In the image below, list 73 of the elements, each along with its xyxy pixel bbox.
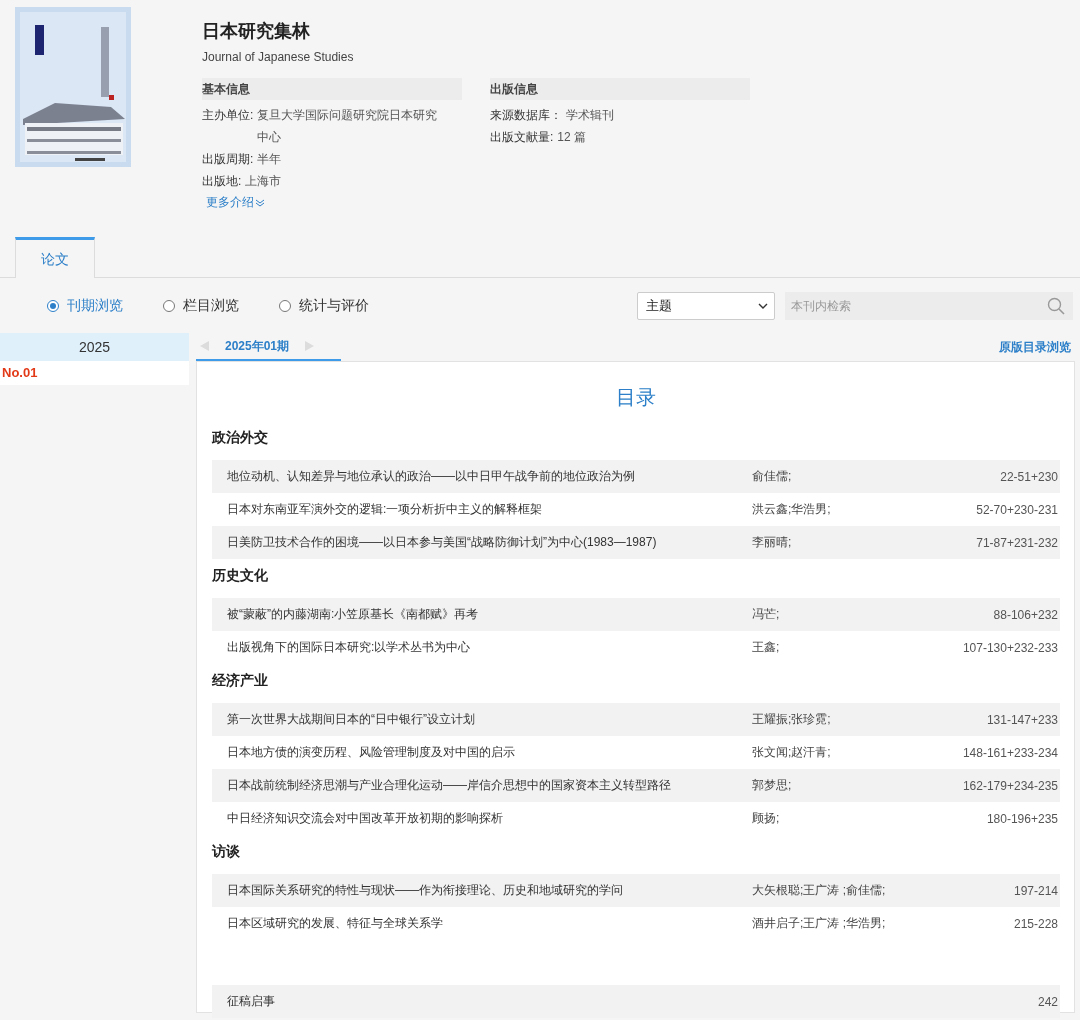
article-link[interactable]: 日本国际关系研究的特性与现状——作为衔接理论、历史和地域研究的学问 [227,882,752,899]
article-authors: 俞佳儒; [752,468,793,485]
radio-button[interactable] [163,299,175,312]
article-authors: 郭梦思; [752,777,793,794]
article-authors: 洪云鑫;华浩男; [752,501,832,518]
article-link[interactable]: 日本区域研究的发展、特征与全球关系学 [227,915,752,932]
page-range: 197-214 [1013,883,1058,898]
page-range: 22-51+230 [1000,469,1058,484]
original-toc-link[interactable]: 原版目录浏览 [999,338,1071,356]
article-link[interactable]: 日本战前统制经济思潮与产业合理化运动——岸信介思想中的国家资本主义转型路径 [227,777,752,794]
radio-label[interactable]: 栏目浏览 [183,296,239,315]
article-authors: 酒井启子;王广涛 ;华浩男; [752,915,887,932]
info-value: 上海市 [245,173,283,190]
section-heading: 出版信息 [490,78,750,100]
journal-title: 日本研究集林 [202,20,311,43]
article-link[interactable]: 日本地方债的演变历程、风险管理制度及对中国的启示 [227,744,752,761]
section-heading: 政治外交 [212,428,269,447]
info-label: 主办单位: [202,107,254,124]
year-header[interactable]: 2025 [0,333,189,361]
section-heading: 基本信息 [202,78,462,100]
section-heading: 经济产业 [212,671,269,690]
article-authors: 李丽晴; [752,534,793,551]
info-value: 半年 [257,151,283,168]
article-link[interactable]: 征稿启事 [227,993,752,1010]
article-link[interactable]: 日美防卫技术合作的困境——以日本参与美国“战略防御计划”为中心(1983—1987) [227,534,752,551]
toc-title: 目录 [615,385,657,410]
double-chevron-icon [255,198,265,207]
next-triangle-icon [305,341,315,351]
issue-item[interactable]: No.01 [0,361,189,385]
search-field[interactable]: 本刊内检索 [785,291,1073,320]
section-heading: 访谈 [212,842,241,861]
info-label: 出版地: [202,173,242,190]
info-label: 来源数据库： [490,107,562,124]
article-link[interactable]: 中日经济知识交流会对中国改革开放初期的影响探析 [227,810,752,827]
radio-button[interactable] [279,299,291,312]
article-link[interactable]: 第一次世界大战期间日本的“日中银行”设立计划 [227,711,752,728]
tab[interactable]: 论文 [15,237,95,278]
info-value: 学术辑刊 [566,107,615,124]
info-label: 出版文献量: [490,129,554,146]
journal-subtitle: Journal of Japanese Studies [202,50,355,66]
previous-triangle-icon [200,341,209,351]
page-range: 107-130+232-233 [962,640,1058,655]
article-authors: 大矢根聪;王广涛 ;俞佳儒; [752,882,887,899]
article-link[interactable]: 出版视角下的国际日本研究:以学术丛书为中心 [227,639,752,656]
section-heading: 历史文化 [212,566,269,585]
article-authors: 顾扬; [752,810,781,827]
radio-button[interactable] [47,299,59,312]
page-range: 52-70+230-231 [976,502,1058,517]
page-range: 71-87+231-232 [976,535,1058,550]
more-link[interactable]: 更多介绍 [206,194,265,211]
page-range: 162-179+234-235 [962,778,1058,793]
field-select[interactable]: 主题 [637,291,775,320]
radio-label[interactable]: 统计与评价 [299,296,369,315]
info-value: 复旦大学国际问题研究院日本研究中心 [257,107,439,146]
issue-tab[interactable]: 2025年01期 [225,337,290,355]
page-range: 180-196+235 [986,811,1058,826]
info-label: 出版周期: [202,151,254,168]
article-link[interactable]: 日本对东南亚军演外交的逻辑:一项分析折中主义的解释框架 [227,501,752,518]
article-authors: 冯芒; [752,606,781,623]
article-link[interactable]: 地位动机、认知差异与地位承认的政治——以中日甲午战争前的地位政治为例 [227,468,752,485]
article-authors: 王耀振;张珍霓; [752,711,832,728]
info-value: 12 篇 [557,129,588,146]
search-icon [1047,296,1065,315]
article-link[interactable]: 被“蒙蔽”的内藤湖南:小笠原基长《南都赋》再考 [227,606,752,623]
radio-label[interactable]: 刊期浏览 [67,296,123,315]
article-authors: 王鑫; [752,639,781,656]
page-range: 148-161+233-234 [962,745,1058,760]
page-range: 242 [1037,994,1058,1009]
chevron-down-icon [758,302,768,309]
page-range: 88-106+232 [993,607,1058,622]
page-range: 215-228 [1013,916,1058,931]
article-authors: 张文闻;赵汗青; [752,744,832,761]
page-range: 131-147+233 [986,712,1058,727]
